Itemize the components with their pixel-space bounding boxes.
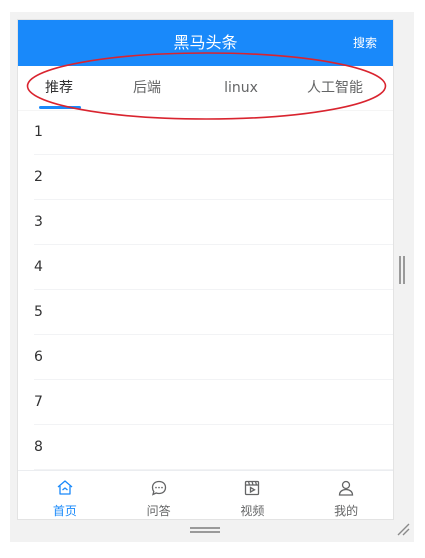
user-icon [338, 480, 354, 496]
tabbar-home-label: 首页 [52, 504, 77, 518]
list-item-text: 6 [34, 349, 43, 365]
list-item[interactable]: 4 [34, 245, 393, 290]
channel-tabs: 推荐后端linux人工智能前端 [18, 66, 393, 111]
drag-handle-icon[interactable] [190, 526, 220, 534]
tabbar-qa[interactable]: 问答 [112, 471, 206, 519]
tab-ai[interactable]: 人工智能 [288, 66, 382, 110]
list-item-text: 5 [34, 304, 43, 320]
chat-icon [151, 480, 166, 496]
resize-corner-icon[interactable] [396, 522, 410, 536]
scroll-grip-icon[interactable] [399, 256, 405, 284]
list-item-text: 4 [34, 259, 43, 275]
video-icon [245, 480, 260, 496]
list-item-text: 3 [34, 214, 43, 230]
tab-linux[interactable]: linux [194, 66, 288, 110]
nav-bar: 黑马头条 搜索 [18, 20, 393, 66]
list-item[interactable]: 6 [34, 335, 393, 380]
tabbar-qa-label: 问答 [146, 504, 171, 518]
search-button[interactable]: 搜索 [353, 20, 377, 66]
tab-backend[interactable]: 后端 [100, 66, 194, 110]
tab-recommend[interactable]: 推荐 [18, 66, 100, 110]
channel-tabs-track: 推荐后端linux人工智能前端 [18, 66, 393, 110]
tabbar-home[interactable]: 首页 [18, 471, 112, 519]
list-item-text: 8 [34, 439, 43, 455]
article-list: 1 2 3 4 5 6 7 8 [18, 110, 393, 515]
list-item-text: 7 [34, 394, 43, 410]
tab-frontend[interactable]: 前端 [382, 66, 393, 110]
tabbar-video-label: 视频 [240, 504, 265, 518]
list-item[interactable]: 1 [34, 110, 393, 155]
list-item[interactable]: 5 [34, 290, 393, 335]
tabbar-mine[interactable]: 我的 [299, 471, 393, 519]
tabbar-mine-label: 我的 [334, 504, 359, 518]
list-item[interactable]: 3 [34, 200, 393, 245]
list-item[interactable]: 7 [34, 380, 393, 425]
list-item-text: 2 [34, 169, 43, 185]
active-tab-indicator [39, 106, 81, 109]
list-item[interactable]: 2 [34, 155, 393, 200]
list-item[interactable]: 8 [34, 425, 393, 470]
list-item-text: 1 [34, 124, 43, 140]
page-title: 黑马头条 [173, 33, 238, 52]
tabbar-video[interactable]: 视频 [206, 471, 300, 519]
home-icon [57, 480, 73, 495]
bottom-tab-bar: 首页 问答 视频 我的 [18, 470, 393, 519]
phone-viewport: 黑马头条 搜索 推荐后端linux人工智能前端 1 2 3 4 5 6 7 8 … [18, 20, 393, 519]
